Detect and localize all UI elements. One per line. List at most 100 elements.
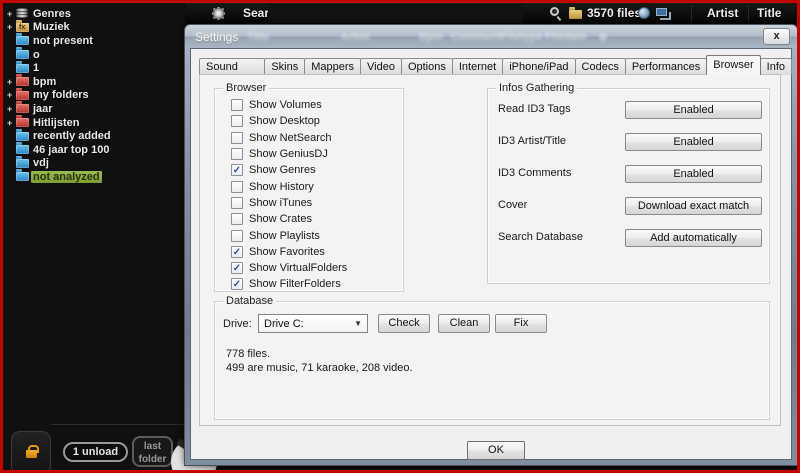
- tree-item-not-present[interactable]: not present: [7, 33, 183, 48]
- column-header-artist[interactable]: Artist: [707, 6, 738, 20]
- option-show-genres[interactable]: ✓ Show Genres: [231, 162, 397, 178]
- lock-button[interactable]: [11, 431, 51, 470]
- checkbox[interactable]: [231, 180, 243, 193]
- option-show-volumes[interactable]: Show Volumes: [231, 97, 397, 113]
- tree-item-label-selected[interactable]: not analyzed: [31, 170, 102, 183]
- ghost-column-comment: Comment: [451, 31, 502, 43]
- checkbox[interactable]: [231, 131, 243, 144]
- dialog-body: Sound Setup Skins Mappers Video Options …: [190, 48, 792, 460]
- ok-button[interactable]: OK: [467, 441, 525, 460]
- tab-info[interactable]: Info: [759, 58, 792, 75]
- clean-button[interactable]: Clean: [438, 314, 490, 333]
- checkbox[interactable]: [231, 148, 243, 161]
- fix-button[interactable]: Fix: [495, 314, 547, 333]
- read-id3-tags-button[interactable]: Enabled: [625, 101, 762, 119]
- tree-item-46-jaar-top-100[interactable]: 46 jaar top 100: [7, 142, 183, 157]
- tree-item-my-folders[interactable]: + my folders: [7, 87, 183, 103]
- tree-item-label[interactable]: recently added: [31, 130, 113, 142]
- expander-icon[interactable]: +: [7, 90, 16, 100]
- check-button[interactable]: Check: [378, 314, 430, 333]
- checkbox-checked[interactable]: ✓: [231, 164, 243, 177]
- ghost-icon: [599, 33, 607, 41]
- tree-item-label[interactable]: Genres: [31, 8, 73, 20]
- option-show-playlists[interactable]: Show Playlists: [231, 227, 397, 243]
- tree-item-not-analyzed[interactable]: not analyzed: [7, 169, 183, 184]
- option-show-filterfolders[interactable]: ✓ Show FilterFolders: [231, 276, 397, 292]
- id3-artist-title-button[interactable]: Enabled: [625, 133, 762, 151]
- dialog-titlebar[interactable]: Settings Title Artist Bpm Comment Filety…: [185, 25, 797, 48]
- checkbox[interactable]: [231, 213, 243, 226]
- tab-skins[interactable]: Skins: [264, 58, 306, 75]
- option-show-itunes[interactable]: Show iTunes: [231, 195, 397, 211]
- tree-item-label[interactable]: 46 jaar top 100: [31, 144, 111, 156]
- search-database-button[interactable]: Add automatically: [625, 229, 762, 247]
- checkbox-checked[interactable]: ✓: [231, 245, 243, 258]
- gear-icon[interactable]: [213, 8, 224, 19]
- screens-icon[interactable]: [656, 8, 667, 16]
- tree-item-genres[interactable]: + Genres: [7, 7, 183, 21]
- tree-item-bpm[interactable]: + bpm: [7, 74, 183, 89]
- tab-video[interactable]: Video: [360, 58, 402, 75]
- search-input[interactable]: [268, 4, 523, 23]
- last-folder-button[interactable]: last folder: [132, 436, 173, 467]
- close-icon[interactable]: x: [763, 28, 790, 45]
- search-magnifier-icon[interactable]: [550, 7, 559, 16]
- ghost-column-bpm: Bpm: [419, 31, 444, 43]
- option-show-history[interactable]: Show History: [231, 178, 397, 194]
- unload-button[interactable]: 1 unload: [63, 442, 128, 462]
- browser-groupbox: Browser Show Volumes Show Desktop Show N…: [214, 82, 404, 292]
- option-show-virtualfolders[interactable]: ✓ Show VirtualFolders: [231, 260, 397, 276]
- option-show-crates[interactable]: Show Crates: [231, 211, 397, 227]
- checkbox-label: Show NetSearch: [249, 131, 332, 144]
- add-folder-icon[interactable]: [569, 7, 582, 19]
- tree-item-label[interactable]: o: [31, 49, 42, 61]
- option-show-favorites[interactable]: ✓ Show Favorites: [231, 244, 397, 260]
- tree-item-label[interactable]: not present: [31, 35, 95, 47]
- expander-icon[interactable]: +: [7, 22, 16, 32]
- tree-item-muziek[interactable]: + fx Muziek: [7, 19, 183, 35]
- drive-dropdown[interactable]: Drive C: ▼: [258, 314, 368, 333]
- tree-item-jaar[interactable]: + jaar: [7, 101, 183, 116]
- expander-icon[interactable]: +: [7, 77, 16, 87]
- column-header-title[interactable]: Title: [757, 6, 781, 20]
- tab-sound-setup[interactable]: Sound Setup: [199, 58, 266, 90]
- folder-icon: [16, 87, 31, 100]
- tree-item-label[interactable]: bpm: [31, 76, 58, 88]
- netsearch-globe-icon[interactable]: [638, 7, 650, 19]
- tab-options[interactable]: Options: [400, 58, 453, 75]
- option-show-desktop[interactable]: Show Desktop: [231, 113, 397, 129]
- tree-item-label[interactable]: Hitlijsten: [31, 117, 81, 129]
- id3-comments-button[interactable]: Enabled: [625, 165, 762, 183]
- tab-browser[interactable]: Browser: [706, 55, 761, 75]
- cover-button[interactable]: Download exact match: [625, 197, 762, 215]
- checkbox[interactable]: [231, 196, 243, 209]
- expander-icon[interactable]: +: [7, 9, 16, 19]
- tab-mappers[interactable]: Mappers: [304, 58, 362, 75]
- checkbox[interactable]: [231, 99, 243, 112]
- tab-codecs[interactable]: Codecs: [574, 58, 626, 75]
- tab-internet[interactable]: Internet: [451, 58, 504, 75]
- tree-item-label[interactable]: 1: [31, 62, 41, 74]
- tree-item-o[interactable]: o: [7, 47, 183, 62]
- expander-icon[interactable]: +: [7, 104, 16, 114]
- tab-iphone-ipad[interactable]: iPhone/iPad: [502, 58, 576, 75]
- discs-icon: [16, 8, 31, 19]
- tree-item-label[interactable]: Muziek: [31, 21, 72, 33]
- checkbox-checked[interactable]: ✓: [231, 278, 243, 291]
- tree-item-label[interactable]: my folders: [31, 89, 91, 101]
- tab-performances[interactable]: Performances: [624, 58, 708, 75]
- tree-item-hitlijsten[interactable]: + Hitlijsten: [7, 115, 183, 130]
- folder-tree: + Genres + fx Muziek not present o 1 + b…: [7, 7, 183, 184]
- tree-item-vdj[interactable]: vdj: [7, 155, 183, 171]
- tree-item-1[interactable]: 1: [7, 60, 183, 75]
- checkbox[interactable]: [231, 115, 243, 128]
- tree-item-label[interactable]: vdj: [31, 157, 51, 169]
- tree-item-recently-added[interactable]: recently added: [7, 128, 183, 143]
- option-show-netsearch[interactable]: Show NetSearch: [231, 130, 397, 146]
- folder-icon: [16, 142, 31, 155]
- option-show-geniusdj[interactable]: Show GeniusDJ: [231, 146, 397, 162]
- tree-item-label[interactable]: jaar: [31, 103, 55, 115]
- expander-icon[interactable]: +: [7, 118, 16, 128]
- checkbox-checked[interactable]: ✓: [231, 262, 243, 275]
- checkbox[interactable]: [231, 229, 243, 242]
